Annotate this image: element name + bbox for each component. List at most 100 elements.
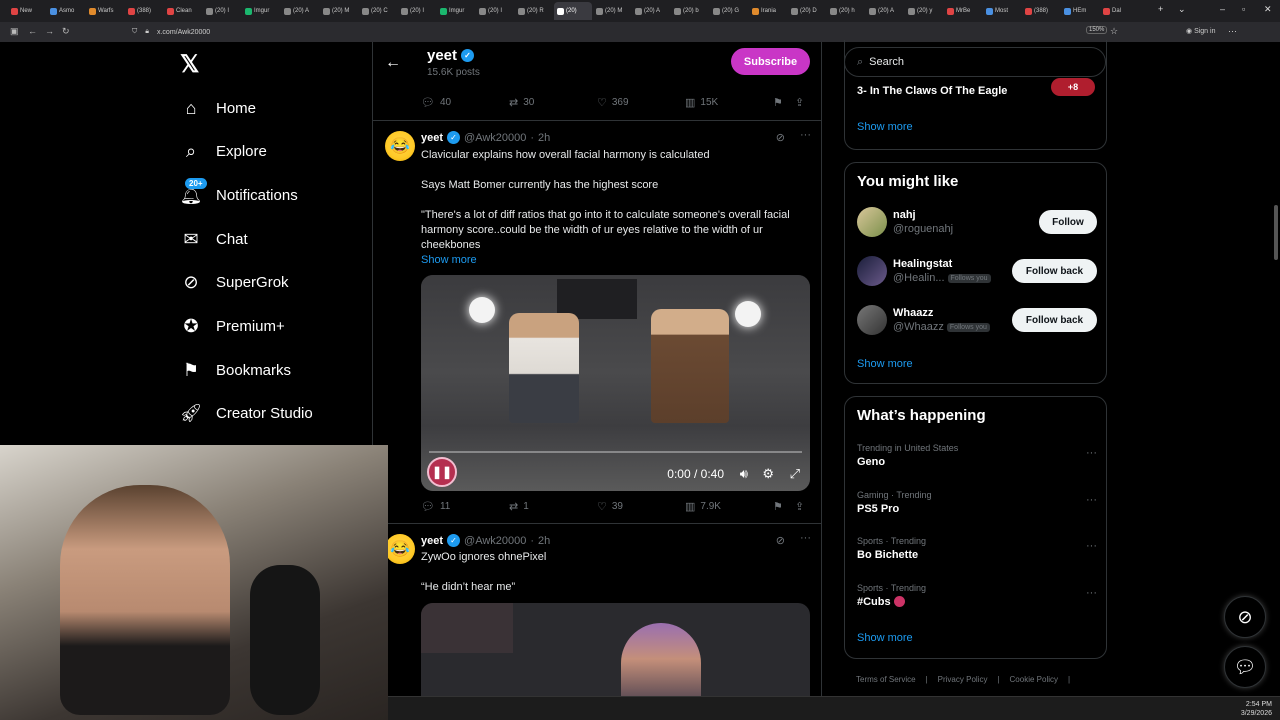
privacy-link[interactable]: Privacy Policy [938, 675, 988, 684]
video-progress-bar[interactable] [429, 451, 802, 453]
tweet-time[interactable]: 2h [538, 535, 550, 547]
show-more-link[interactable]: Show more [857, 121, 913, 133]
fullscreen-icon[interactable]: ⤢ [790, 466, 800, 482]
browser-tab[interactable]: Imgur [437, 2, 475, 20]
account-name[interactable]: Healingstat [893, 258, 952, 270]
minimize-button[interactable]: – [1220, 4, 1225, 14]
show-more-link[interactable]: Show more [421, 253, 477, 268]
trend-item[interactable]: Trending in United States Geno ··· [857, 443, 1097, 468]
more-options-icon[interactable]: ··· [800, 129, 811, 141]
url-field[interactable]: ⛉ 🔒︎ x.com/Awk20000 [132, 25, 1132, 39]
like-button[interactable]: ♡ 369 [597, 96, 629, 109]
views-button[interactable]: ▥ 15K [685, 96, 718, 109]
video-player[interactable]: ❚❚ 0:00 / 0:40 🔊︎ ⚙ ⤢ [421, 275, 810, 491]
tab-list-chevron-icon[interactable]: ⌄ [1178, 4, 1186, 15]
browser-tab[interactable]: (20) y [905, 2, 943, 20]
reply-button[interactable]: 💬︎ 11 [421, 500, 450, 513]
suggested-account[interactable]: nahj @roguenahj Follow [857, 207, 1097, 241]
follow-button[interactable]: Follow [1039, 210, 1097, 234]
trend-item[interactable]: Gaming · Trending PS5 Pro ··· [857, 490, 1097, 515]
browser-tab[interactable]: Clean [164, 2, 202, 20]
nav-item-creator-studio[interactable]: 🚀︎ Creator Studio [180, 399, 313, 429]
nav-item-home[interactable]: ⌂ Home [180, 93, 256, 123]
browser-tab[interactable]: (20) A [632, 2, 670, 20]
browser-tab[interactable]: (20) I [398, 2, 436, 20]
browser-tab[interactable]: (20) h [827, 2, 865, 20]
author-name[interactable]: yeet [421, 535, 443, 547]
top-card-thumbnail[interactable]: +8 [1051, 78, 1095, 96]
nav-item-notifications[interactable]: 🔔︎ 20+ Notifications [180, 178, 298, 210]
browser-tab[interactable]: (20) b [671, 2, 709, 20]
browser-tab[interactable]: HEm [1061, 2, 1099, 20]
browser-tab[interactable]: Irania [749, 2, 787, 20]
clock-date[interactable]: 3/29/2026 [1241, 709, 1272, 718]
nav-item-chat[interactable]: ✉ Chat [180, 224, 247, 254]
browser-tab[interactable]: (388) [125, 2, 163, 20]
browser-tab[interactable]: (20) A [281, 2, 319, 20]
follow-button[interactable]: Follow back [1012, 308, 1097, 332]
tweet-time[interactable]: 2h [538, 132, 550, 144]
browser-tab[interactable]: (20) D [788, 2, 826, 20]
sign-in-button[interactable]: ◉ Sign in [1186, 27, 1215, 35]
more-options-icon[interactable]: ··· [1086, 540, 1097, 552]
browser-tab[interactable]: (20) M [320, 2, 358, 20]
browser-tab[interactable]: (388) [1022, 2, 1060, 20]
browser-tab[interactable]: Asmo [47, 2, 85, 20]
back-nav-icon[interactable]: ← [28, 26, 37, 36]
share-button[interactable]: ⇪ [795, 96, 809, 109]
favorite-star-icon[interactable]: ☆ [1110, 26, 1118, 37]
zoom-level[interactable]: 150% [1086, 26, 1108, 34]
avatar[interactable] [857, 305, 887, 335]
settings-gear-icon[interactable]: ⚙ [762, 466, 774, 482]
avatar[interactable] [857, 207, 887, 237]
forward-nav-icon[interactable]: → [45, 26, 54, 36]
terms-link[interactable]: Terms of Service [856, 675, 916, 684]
tweet[interactable]: 😂 yeet ✓ @Awk20000 · 2h ⊘ ··· ZywOo igno… [373, 523, 821, 696]
extensions-icon[interactable]: ⋯ [1228, 26, 1237, 37]
tweet[interactable]: 😂 yeet ✓ @Awk20000 · 2h ⊘ ··· Clavicular… [373, 120, 821, 522]
suggested-account[interactable]: Healingstat @Healin... Follows you Follow b… [857, 256, 1097, 290]
like-button[interactable]: ♡ 39 [597, 500, 623, 513]
trend-item[interactable]: Sports · Trending Bo Bichette ··· [857, 536, 1097, 561]
close-window-button[interactable]: ✕ [1264, 4, 1272, 15]
nav-item-premium[interactable]: ✪ Premium+ [180, 312, 284, 342]
suggested-account[interactable]: Whaazz @Whaazz Follows you Follow back [857, 305, 1097, 339]
browser-tab[interactable]: Most [983, 2, 1021, 20]
more-options-icon[interactable]: ··· [1086, 587, 1097, 599]
clock-time[interactable]: 2:54 PM [1241, 700, 1272, 709]
account-name[interactable]: Whaazz [893, 307, 933, 319]
browser-tab[interactable]: (20) [554, 2, 592, 20]
trend-item[interactable]: Sports · Trending #Cubs ··· [857, 583, 1097, 608]
repost-button[interactable]: ⇄ 1 [509, 500, 529, 513]
author-handle[interactable]: @Awk20000 [464, 535, 526, 547]
show-more-link[interactable]: Show more [857, 358, 913, 370]
top-card-item[interactable]: 3- In The Claws Of The Eagle [857, 85, 1007, 97]
nav-item-bookmarks[interactable]: ⚑ Bookmarks [180, 355, 291, 385]
chat-floating-button[interactable]: 💬︎ [1224, 646, 1266, 688]
bookmark-button[interactable]: ⚑ [773, 500, 788, 513]
avatar[interactable] [857, 256, 887, 286]
browser-tab[interactable]: (20) I [476, 2, 514, 20]
page-scrollbar[interactable] [1274, 205, 1278, 260]
browser-tab[interactable]: (20) C [359, 2, 397, 20]
avatar[interactable]: 😂 [385, 534, 415, 564]
grok-icon[interactable]: ⊘ [776, 131, 785, 144]
browser-tab[interactable]: (20) G [710, 2, 748, 20]
more-options-icon[interactable]: ··· [800, 532, 811, 544]
browser-tab[interactable]: Imgur [242, 2, 280, 20]
browser-tab[interactable]: (20) I [203, 2, 241, 20]
more-options-icon[interactable]: ··· [1086, 447, 1097, 459]
cookie-link[interactable]: Cookie Policy [1010, 675, 1058, 684]
reply-button[interactable]: 💬︎ 40 [421, 96, 451, 109]
nav-item-explore[interactable]: ⌕ Explore [180, 137, 267, 167]
follow-button[interactable]: Follow back [1012, 259, 1097, 283]
browser-tab[interactable]: (20) A [866, 2, 904, 20]
author-handle[interactable]: @Awk20000 [464, 132, 526, 144]
video-player[interactable] [421, 603, 810, 696]
grok-floating-button[interactable]: ⊘ [1224, 596, 1266, 638]
browser-tab[interactable]: New [8, 2, 46, 20]
browser-tab[interactable]: MrBe [944, 2, 982, 20]
nav-item-supergrok[interactable]: ⊘ SuperGrok [180, 268, 288, 298]
reload-icon[interactable]: ↻ [62, 26, 70, 37]
browser-tab[interactable]: Warfs [86, 2, 124, 20]
